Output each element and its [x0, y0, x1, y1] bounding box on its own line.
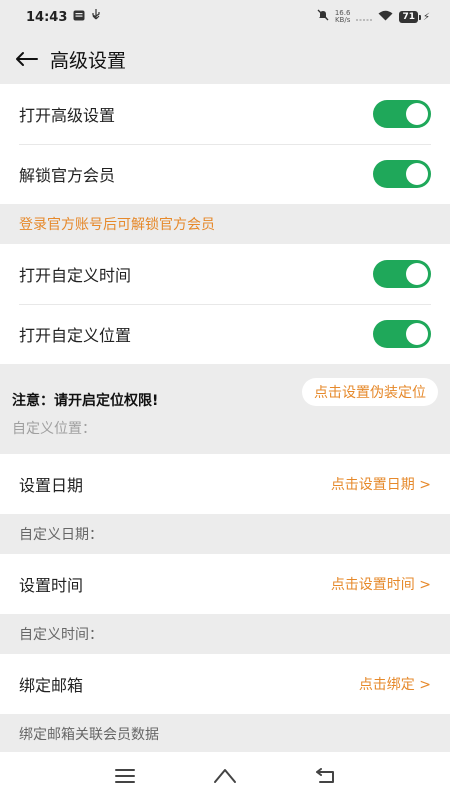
menu-icon	[115, 769, 135, 783]
wifi-icon	[378, 10, 393, 25]
home-button[interactable]	[210, 761, 240, 791]
menu-button[interactable]	[110, 761, 140, 791]
toggle-row-custom-location[interactable]: 打开自定义位置	[0, 304, 450, 364]
time-group: 设置时间 点击设置时间 >	[0, 554, 450, 614]
bind-email-link[interactable]: 点击绑定 >	[359, 674, 431, 694]
toggle-knob	[406, 103, 428, 125]
back-arrow-icon	[16, 52, 38, 66]
bind-email-description: 绑定邮箱关联会员数据	[0, 714, 450, 754]
page-title: 高级设置	[50, 49, 127, 72]
set-date-link[interactable]: 点击设置日期 >	[331, 474, 431, 494]
return-icon	[316, 768, 334, 783]
row-label: 绑定邮箱	[19, 676, 84, 695]
set-time-row[interactable]: 设置时间 点击设置时间 >	[0, 554, 450, 614]
toggle-knob	[406, 263, 428, 285]
unlock-member-toggle[interactable]	[373, 160, 431, 188]
charging-icon: ⚡	[422, 11, 430, 23]
set-time-link[interactable]: 点击设置时间 >	[331, 574, 431, 594]
toggle-row-unlock-member[interactable]: 解锁官方会员	[0, 144, 450, 204]
toggle-row-advanced-settings[interactable]: 打开高级设置	[0, 84, 450, 144]
set-fake-location-button[interactable]: 点击设置伪装定位	[302, 378, 438, 406]
system-nav-bar	[0, 752, 450, 800]
row-label: 设置日期	[19, 476, 84, 495]
usb-icon	[91, 9, 101, 25]
row-label: 解锁官方会员	[19, 166, 116, 185]
status-bar: 14:43 16.6 KB/s 71 ⚡	[0, 0, 450, 34]
location-warning-block: 注意：请开启定位权限! 自定义位置： 点击设置伪装定位	[0, 364, 450, 454]
member-notice: 登录官方账号后可解锁官方会员	[0, 204, 450, 244]
custom-location-label: 自定义位置：	[12, 421, 96, 437]
battery-level: 71	[399, 11, 418, 23]
custom-date-label: 自定义日期：	[0, 514, 450, 554]
net-speed-unit: KB/s	[334, 16, 351, 24]
status-left: 14:43	[26, 9, 101, 25]
mute-icon	[317, 9, 329, 25]
home-icon	[214, 769, 236, 783]
email-group: 绑定邮箱 点击绑定 >	[0, 654, 450, 714]
message-icon	[73, 10, 85, 25]
row-label: 设置时间	[19, 576, 84, 595]
bind-email-row[interactable]: 绑定邮箱 点击绑定 >	[0, 654, 450, 714]
custom-time-toggle[interactable]	[373, 260, 431, 288]
net-speed: 16.6 KB/s	[335, 10, 351, 24]
signal-icon	[356, 10, 373, 25]
battery-icon: 71 ⚡	[399, 11, 430, 23]
row-label: 打开高级设置	[19, 106, 116, 125]
mid-toggle-group: 打开自定义时间 打开自定义位置	[0, 244, 450, 364]
set-date-row[interactable]: 设置日期 点击设置日期 >	[0, 454, 450, 514]
row-label: 打开自定义时间	[19, 266, 132, 285]
custom-location-toggle[interactable]	[373, 320, 431, 348]
custom-time-label: 自定义时间：	[0, 614, 450, 654]
advanced-settings-toggle[interactable]	[373, 100, 431, 128]
battery-tip	[418, 14, 421, 20]
status-right: 16.6 KB/s 71 ⚡	[317, 9, 430, 25]
return-button[interactable]	[310, 761, 340, 791]
row-label: 打开自定义位置	[19, 326, 132, 345]
header: 高级设置	[0, 34, 450, 84]
back-button[interactable]	[12, 44, 42, 74]
toggle-row-custom-time[interactable]: 打开自定义时间	[0, 244, 450, 304]
toggle-knob	[406, 323, 428, 345]
top-toggle-group: 打开高级设置 解锁官方会员	[0, 84, 450, 204]
toggle-knob	[406, 163, 428, 185]
date-group: 设置日期 点击设置日期 >	[0, 454, 450, 514]
status-time: 14:43	[26, 9, 68, 25]
